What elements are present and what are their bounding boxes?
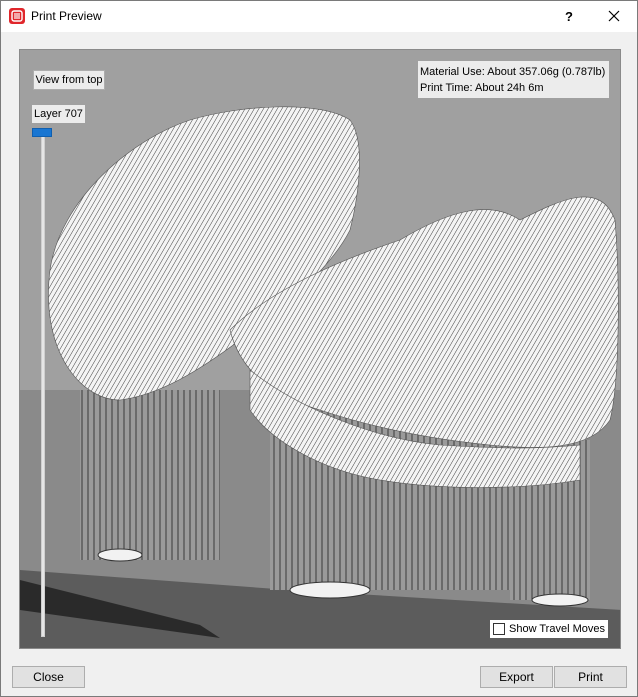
window-title: Print Preview	[31, 9, 102, 23]
show-travel-moves-label: Show Travel Moves	[509, 623, 605, 635]
close-icon	[608, 10, 620, 22]
preview-3d-scene	[20, 106, 620, 648]
close-button[interactable]: Close	[12, 666, 85, 688]
title-bar: Print Preview ?	[1, 1, 637, 32]
show-travel-moves-toggle[interactable]: Show Travel Moves	[490, 620, 608, 638]
layer-label: Layer 707	[32, 105, 85, 123]
print-preview-window: Print Preview ? View from top Layer 707 …	[0, 0, 638, 697]
support-structure-left	[80, 390, 220, 560]
print-info-box: Material Use: About 357.06g (0.787lb) Pr…	[418, 61, 609, 98]
close-window-button[interactable]	[591, 1, 637, 32]
help-button[interactable]: ?	[549, 1, 589, 32]
preview-viewport[interactable]: View from top Layer 707 Material Use: Ab…	[19, 49, 621, 649]
print-time-text: Print Time: About 24h 6m	[420, 82, 544, 94]
view-from-top-button[interactable]: View from top	[33, 70, 105, 90]
show-travel-moves-checkbox[interactable]	[493, 623, 505, 635]
app-logo-icon	[9, 8, 25, 24]
material-use-text: Material Use: About 357.06g (0.787lb)	[420, 66, 606, 78]
print-button[interactable]: Print	[554, 666, 627, 688]
export-button[interactable]: Export	[480, 666, 553, 688]
layer-slider-handle[interactable]	[32, 128, 52, 137]
layer-slider-track[interactable]	[41, 135, 45, 637]
